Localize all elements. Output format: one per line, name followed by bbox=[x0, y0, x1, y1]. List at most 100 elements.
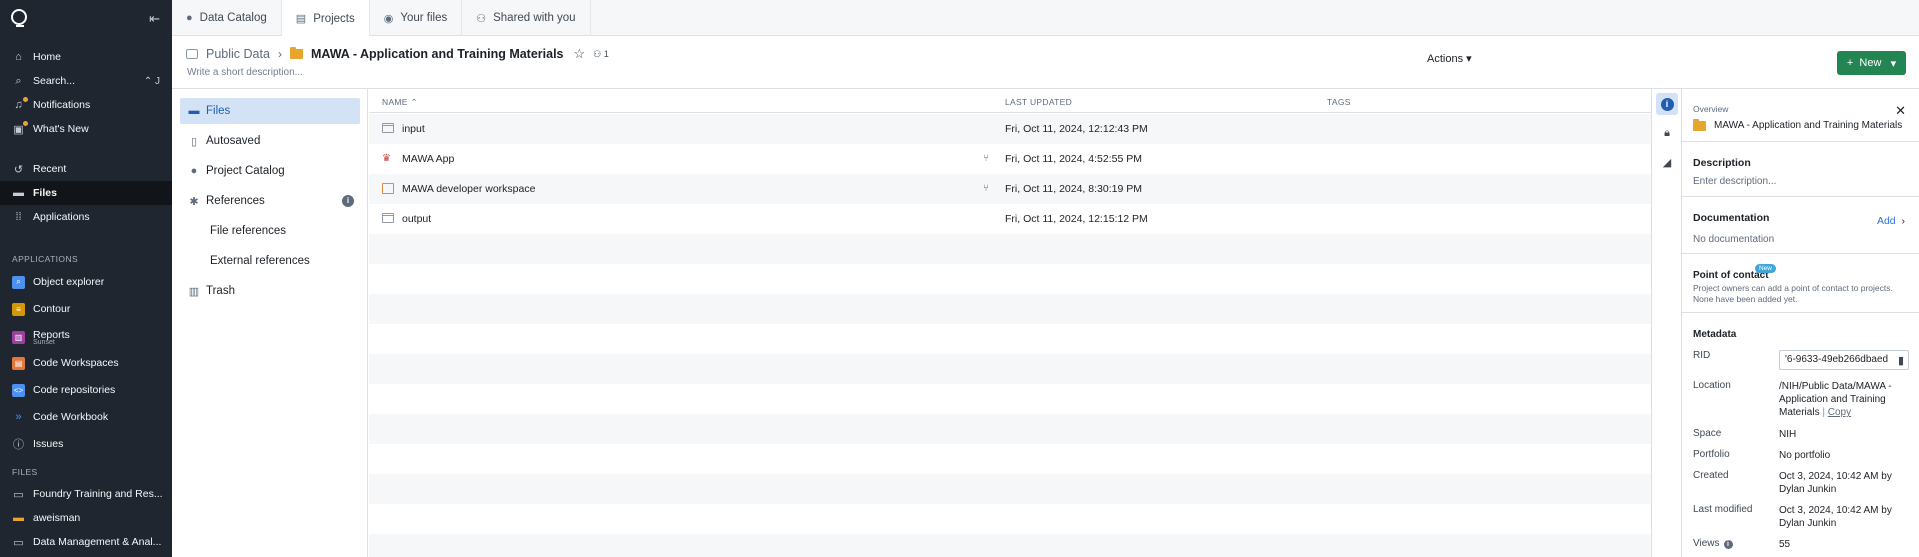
projnav-references[interactable]: ✱ References i bbox=[180, 188, 360, 214]
file-data-management[interactable]: ▭ Data Management & Anal... bbox=[0, 530, 172, 554]
table-row[interactable]: ♛ MAWA App ⑂ Fri, Oct 11, 2024, 4:52:55 … bbox=[369, 144, 1651, 174]
app-code-repositories[interactable]: <> Code repositories bbox=[0, 378, 172, 402]
folder-icon: ▬ bbox=[13, 512, 24, 524]
projnav-label: Project Catalog bbox=[206, 165, 285, 177]
app-object-explorer[interactable]: ⌕ Object explorer bbox=[0, 270, 172, 294]
documentation-heading: Documentation bbox=[1693, 212, 1770, 224]
projnav-project-catalog[interactable]: ● Project Catalog bbox=[180, 158, 360, 184]
projnav-file-references[interactable]: File references bbox=[180, 218, 360, 244]
nav-notifications[interactable]: ♫ Notifications bbox=[0, 93, 172, 117]
code-workbook-icon: » bbox=[15, 411, 22, 423]
workspace-icon bbox=[382, 183, 394, 194]
page-title[interactable]: MAWA - Application and Training Material… bbox=[311, 47, 564, 61]
breadcrumb-root[interactable]: Public Data bbox=[206, 47, 270, 61]
projnav-label: Trash bbox=[206, 285, 235, 297]
info-icon[interactable]: i bbox=[1723, 540, 1733, 549]
new-button[interactable]: + New ▾ bbox=[1837, 51, 1906, 75]
projnav-trash[interactable]: ▥ Trash bbox=[180, 278, 360, 304]
views-value: 55 bbox=[1779, 539, 1791, 550]
column-tags[interactable]: TAGS bbox=[1327, 97, 1351, 107]
star-icon[interactable]: ☆ bbox=[574, 46, 586, 62]
nav-whats-new[interactable]: ▣ What's New bbox=[0, 117, 172, 141]
column-last-updated[interactable]: LAST UPDATED bbox=[1005, 97, 1072, 107]
space-icon bbox=[186, 49, 198, 59]
caret-down-icon: ▾ bbox=[1890, 57, 1897, 70]
table-row[interactable]: MAWA developer workspace ⑂ Fri, Oct 11, … bbox=[369, 174, 1651, 204]
copy-location-link[interactable]: Copy bbox=[1828, 407, 1851, 418]
nav-files-label: Files bbox=[33, 187, 57, 199]
empty-row bbox=[369, 294, 1651, 324]
projnav-autosaved[interactable]: ▯ Autosaved bbox=[180, 128, 360, 154]
add-documentation-button[interactable]: Add › bbox=[1877, 215, 1905, 227]
actions-button[interactable]: Actions ▾ bbox=[1427, 52, 1472, 65]
info-icon[interactable]: i bbox=[342, 195, 354, 207]
created-label: Created bbox=[1693, 470, 1729, 481]
documentation-value: No documentation bbox=[1693, 234, 1775, 245]
people-count[interactable]: ⚇ 1 bbox=[593, 49, 609, 60]
app-contour[interactable]: ≡ Contour bbox=[0, 297, 172, 321]
nav-search[interactable]: ⌕ Search... ⌃ J bbox=[0, 69, 172, 93]
project-icon: ▭ bbox=[13, 536, 24, 549]
chevron-right-icon: › bbox=[1901, 215, 1906, 227]
close-icon[interactable]: ✕ bbox=[1895, 103, 1906, 119]
row-updated: Fri, Oct 11, 2024, 12:12:43 PM bbox=[1005, 123, 1148, 135]
row-name[interactable]: MAWA developer workspace bbox=[402, 183, 535, 195]
caret-down-icon: ▾ bbox=[1466, 53, 1472, 65]
description-input[interactable]: Write a short description... bbox=[187, 67, 303, 78]
collapse-sidebar-icon[interactable]: ⇤ bbox=[149, 11, 160, 27]
table-row[interactable]: input Fri, Oct 11, 2024, 12:12:43 PM bbox=[369, 114, 1651, 144]
tab-shared-with-you[interactable]: ⚇ Shared with you bbox=[462, 0, 591, 36]
projnav-files[interactable]: ▬ Files bbox=[180, 98, 360, 124]
nav-recent[interactable]: ↺ Recent bbox=[0, 157, 172, 181]
tab-projects[interactable]: ▤ Projects bbox=[281, 0, 370, 37]
nav-home-label: Home bbox=[33, 51, 62, 63]
files-table: NAME ⌃ LAST UPDATED TAGS input Fri, Oct … bbox=[369, 89, 1651, 557]
home-icon: ⌂ bbox=[15, 51, 22, 63]
projects-icon: ▤ bbox=[295, 13, 307, 25]
check-circle-icon: ● bbox=[190, 165, 198, 177]
panel-description-input[interactable]: Enter description... bbox=[1693, 176, 1776, 187]
space-label: Space bbox=[1693, 428, 1722, 439]
row-name[interactable]: output bbox=[402, 213, 431, 225]
projnav-label: External references bbox=[210, 255, 310, 267]
issues-icon: ⓘ bbox=[13, 439, 24, 451]
row-name[interactable]: input bbox=[402, 123, 425, 135]
table-row[interactable]: output Fri, Oct 11, 2024, 12:15:12 PM bbox=[369, 204, 1651, 234]
column-name[interactable]: NAME ⌃ bbox=[382, 97, 418, 108]
document-icon: ▯ bbox=[190, 135, 198, 148]
app-code-workbook[interactable]: » Code Workbook bbox=[0, 405, 172, 429]
app-code-workspaces[interactable]: ▤ Code Workspaces bbox=[0, 351, 172, 375]
tab-label: Data Catalog bbox=[199, 12, 267, 24]
tab-data-catalog[interactable]: ● Data Catalog bbox=[172, 0, 282, 36]
app-issues[interactable]: ⓘ Issues bbox=[0, 432, 172, 456]
app-reports[interactable]: ▥ Reports Sunset bbox=[0, 324, 172, 350]
projnav-external-references[interactable]: External references bbox=[180, 248, 360, 274]
nav-home[interactable]: ⌂ Home bbox=[0, 45, 172, 69]
file-aweisman[interactable]: ▬ aweisman bbox=[0, 506, 172, 530]
clipboard-icon[interactable]: ▮ bbox=[1897, 354, 1904, 367]
info-tab[interactable]: i bbox=[1656, 93, 1678, 115]
projnav-label: File references bbox=[210, 225, 287, 237]
rid-field[interactable]: '6-9633-49eb266dbaed ▮ bbox=[1779, 350, 1909, 370]
poc-text: Project owners can add a point of contac… bbox=[1693, 283, 1893, 304]
nav-applications[interactable]: ⁞⁞ Applications bbox=[0, 205, 172, 229]
file-foundry-training[interactable]: ▭ Foundry Training and Res... bbox=[0, 482, 172, 506]
app-crown-icon: ♛ bbox=[382, 153, 391, 164]
permissions-tab[interactable]: 🔒︎ bbox=[1656, 122, 1678, 144]
tab-your-files[interactable]: ◉ Your files bbox=[370, 0, 463, 36]
logo-icon[interactable] bbox=[11, 9, 27, 27]
nav-notifications-label: Notifications bbox=[33, 99, 91, 111]
sort-up-icon: ⌃ bbox=[410, 97, 418, 107]
row-name[interactable]: MAWA App bbox=[402, 153, 454, 165]
empty-row bbox=[369, 414, 1651, 444]
column-label: NAME bbox=[382, 97, 408, 107]
search-icon: ⌕ bbox=[15, 74, 22, 87]
file-label: aweisman bbox=[33, 512, 81, 524]
table-header: NAME ⌃ LAST UPDATED TAGS bbox=[369, 89, 1651, 113]
project-header: Public Data › MAWA - Application and Tra… bbox=[172, 36, 1919, 89]
nav-search-label: Search... bbox=[33, 75, 76, 87]
info-icon: i bbox=[1660, 97, 1674, 111]
activity-tab[interactable]: ◢ bbox=[1656, 151, 1678, 173]
nav-files[interactable]: ▬ Files bbox=[0, 181, 172, 205]
feed-icon: ◢ bbox=[1662, 156, 1672, 169]
